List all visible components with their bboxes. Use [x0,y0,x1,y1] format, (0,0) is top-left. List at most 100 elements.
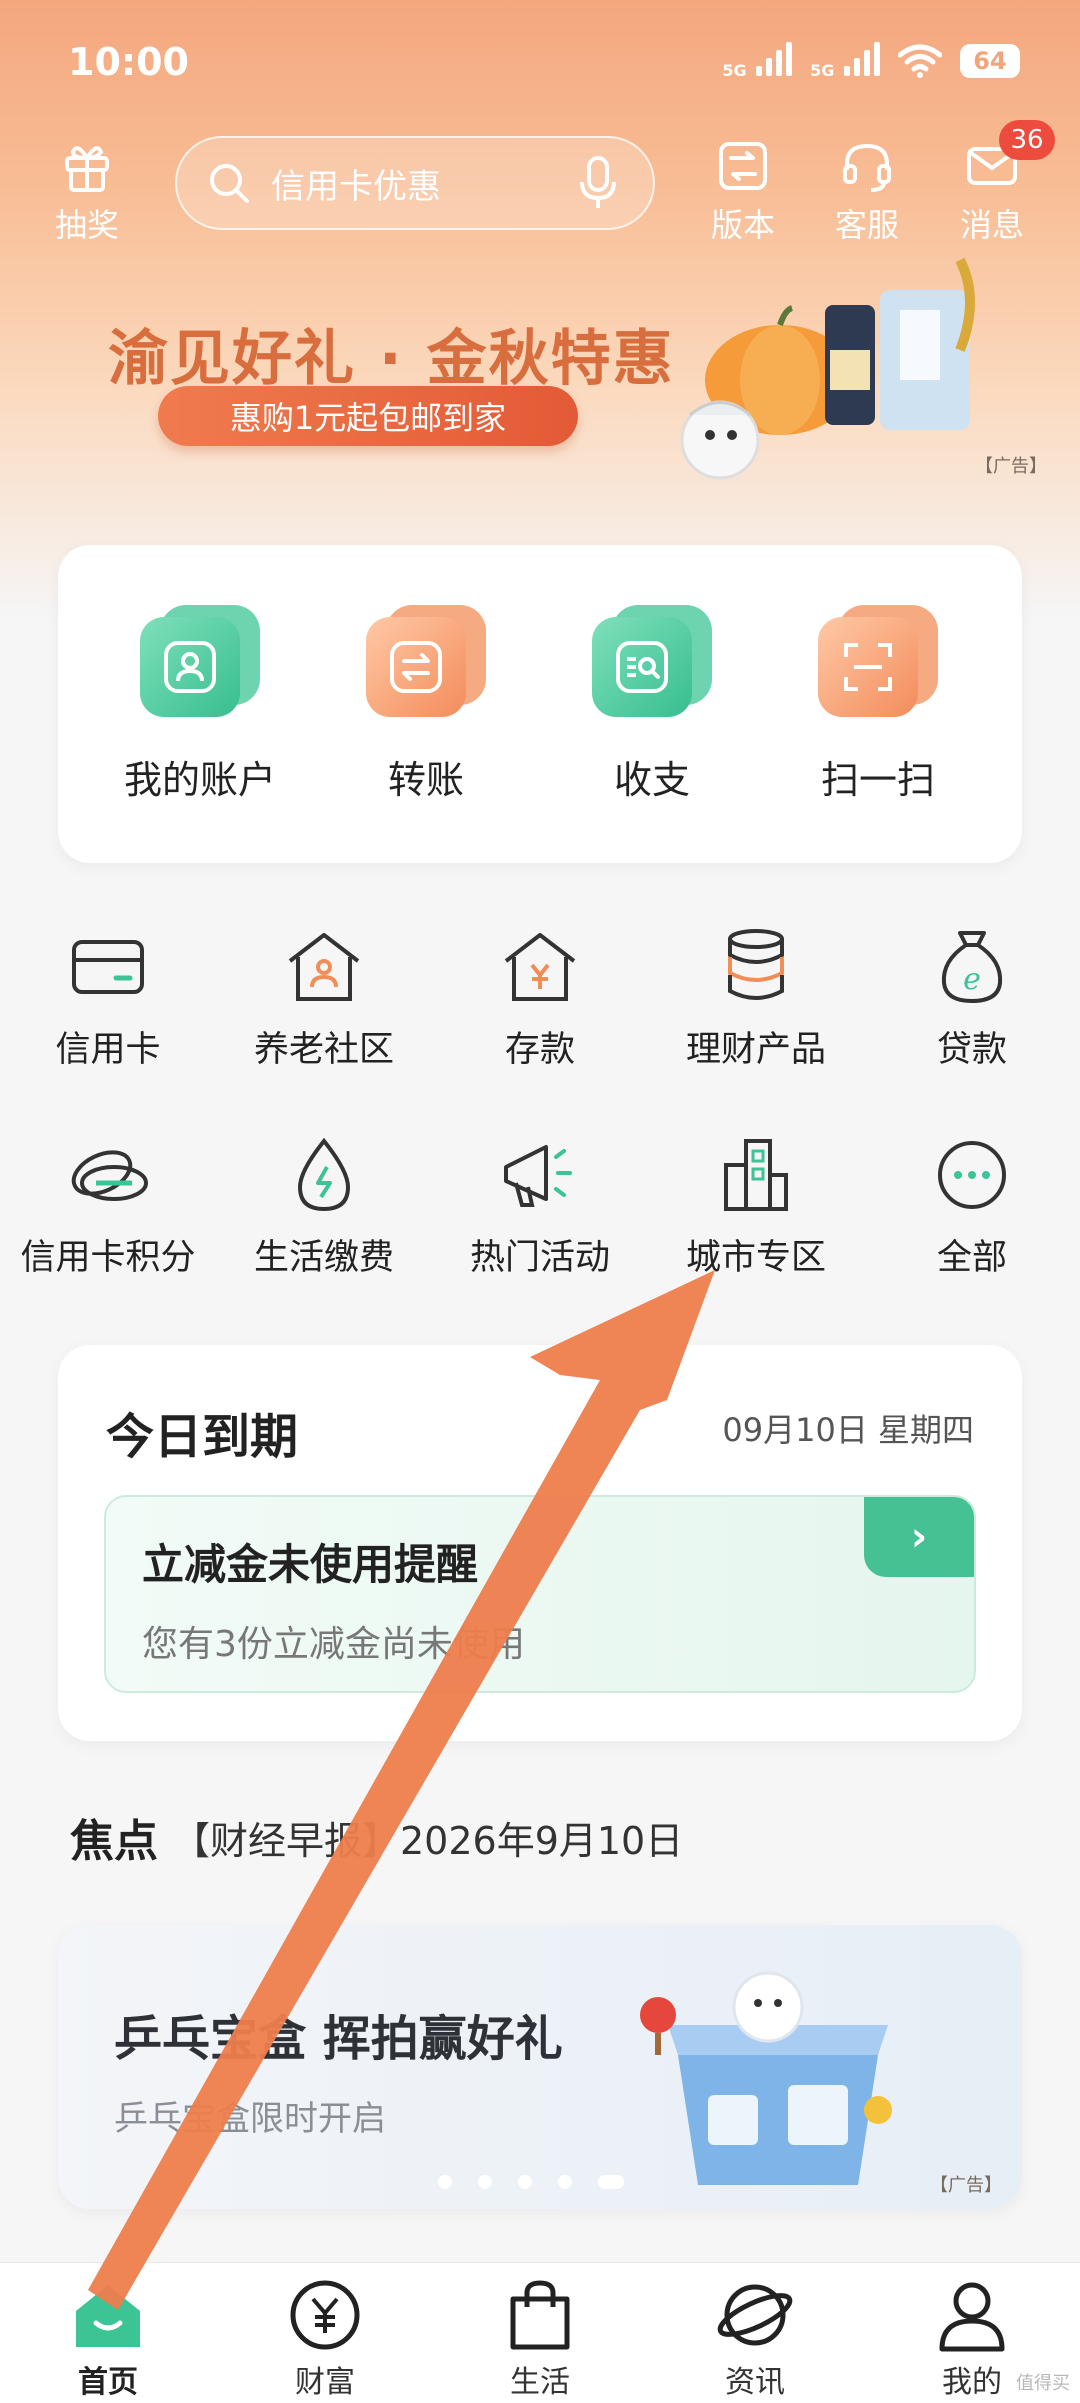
megaphone-icon [504,1145,572,1207]
tab-life[interactable]: 生活 [460,2277,620,2401]
loan-button[interactable]: e 贷款 [864,925,1080,1072]
profile-icon [939,2282,1005,2352]
focus-news[interactable]: 焦点 【财经早报】2026年9月10日 [70,1805,683,1869]
income-expense-label: 收支 [613,758,690,802]
scan-label: 扫一扫 [820,758,935,802]
customer-service-button[interactable]: 客服 [812,138,922,246]
deposit-button[interactable]: 存款 [432,925,648,1072]
scan-icon [844,643,892,691]
banner-subtitle: 惠购1元起包邮到家 [158,386,578,446]
credit-card-button[interactable]: 信用卡 [0,925,216,1072]
transfer-button[interactable]: 转账 [326,605,526,804]
focus-tag: 焦点 [70,1816,158,1867]
tab-home[interactable]: 首页 [28,2277,188,2401]
city-zone-label: 城市专区 [685,1238,826,1278]
due-today-title: 今日到期 [106,1409,299,1465]
quick-actions-card: 我的账户 转账 收支 扫一扫 [58,545,1022,863]
microphone-icon [580,156,616,208]
banner-ad-tag: 【广告】 [975,456,1047,477]
messages-badge: 36 [999,120,1055,160]
utility-payment-label: 生活缴费 [253,1238,394,1278]
chevron-right-icon[interactable]: › [864,1497,974,1577]
voucher-reminder-title: 立减金未使用提醒 [142,1540,479,1589]
signal-icon: 5G [810,42,880,80]
transfer-icon [390,641,442,693]
tab-life-label: 生活 [510,2365,570,2400]
pension-community-icon [288,933,360,1001]
yen-coin-icon [290,2280,360,2350]
more-icon [938,1141,1006,1209]
signal-icon: 5G [722,42,793,80]
focus-headline: 【财经早报】2026年9月10日 [172,1818,684,1863]
bill-search-icon [616,641,668,693]
my-account-label: 我的账户 [123,758,276,802]
search-bar[interactable]: 信用卡优惠 [175,136,655,230]
planet-icon [717,2284,793,2346]
credit-card-label: 信用卡 [55,1030,161,1070]
credit-card-icon [72,940,144,994]
lottery-label: 抽奖 [54,206,119,244]
account-icon [164,641,216,693]
promo-banner[interactable]: 乒乓宝盒 挥拍赢好礼 乒乓宝盒限时开启 【广告】 [58,1925,1022,2209]
tab-news[interactable]: 资讯 [675,2277,835,2401]
carousel-dots [438,2175,624,2189]
tab-wealth[interactable]: 财富 [245,2277,405,2401]
wealth-product-button[interactable]: 理财产品 [648,925,864,1072]
status-icons: 5G 5G 64 [722,42,1020,80]
search-icon [210,164,249,203]
coin-stack-icon [728,929,784,1000]
promo-title: 乒乓宝盒 挥拍赢好礼 [114,2011,563,2067]
banner-title: 渝见好礼 · 金秋特惠 [108,324,675,394]
voucher-reminder-text: 您有3份立减金尚未使用 [142,1624,525,1665]
all-services-button[interactable]: 全部 [864,1133,1080,1280]
money-bag-icon: e [941,931,1003,1004]
search-placeholder: 信用卡优惠 [271,166,441,207]
card-points-button[interactable]: 信用卡积分 [0,1133,216,1280]
my-account-button[interactable]: 我的账户 [100,605,300,804]
tab-home-label: 首页 [78,2365,138,2400]
watermark: 值得买 [1016,2373,1070,2394]
pension-community-button[interactable]: 养老社区 [216,925,432,1072]
due-today-date: 09月10日 星期四 [722,1411,974,1449]
income-expense-button[interactable]: 收支 [552,605,752,804]
city-building-icon [724,1139,788,1211]
utility-payment-button[interactable]: 生活缴费 [216,1133,432,1280]
wifi-icon [898,44,942,78]
city-zone-button[interactable]: 城市专区 [648,1133,864,1280]
pension-community-label: 养老社区 [253,1030,394,1070]
tab-news-label: 资讯 [725,2365,785,2400]
home-icon [76,2285,140,2347]
hot-activities-label: 热门活动 [469,1238,610,1278]
loan-label: 贷款 [936,1030,1007,1070]
bottom-tab-bar: 首页 财富 生活 资讯 我的 [0,2262,1080,2403]
version-switch-icon [719,142,767,190]
deposit-label: 存款 [504,1030,575,1070]
scan-button[interactable]: 扫一扫 [778,605,978,804]
tab-wealth-label: 财富 [295,2365,355,2400]
version-button[interactable]: 版本 [688,138,798,246]
battery-icon: 64 [960,44,1020,78]
promo-subtitle: 乒乓宝盒限时开启 [114,2099,386,2139]
shopping-bag-icon [510,2280,570,2350]
wealth-product-label: 理财产品 [685,1030,826,1070]
transfer-label: 转账 [387,758,464,802]
status-time: 10:00 [68,40,189,84]
voucher-reminder[interactable]: 立减金未使用提醒 您有3份立减金尚未使用 › [104,1495,976,1693]
headset-icon [843,143,891,192]
promo-ad-tag: 【广告】 [930,2175,1002,2196]
messages-button[interactable]: 消息 36 [937,120,1055,246]
status-bar: 10:00 5G 5G 64 [0,0,1080,130]
promo-gift-box-illustration [640,1971,892,2185]
svg-text:e: e [963,962,981,997]
gift-icon [65,146,109,192]
banner-product-illustration [680,257,975,480]
card-points-icon [71,1150,148,1201]
all-services-label: 全部 [936,1238,1007,1278]
hot-activities-button[interactable]: 热门活动 [432,1133,648,1280]
lottery-button[interactable]: 抽奖 [32,138,142,246]
card-points-label: 信用卡积分 [20,1238,196,1278]
water-drop-bolt-icon [297,1137,351,1212]
due-today-card: 今日到期 09月10日 星期四 立减金未使用提醒 您有3份立减金尚未使用 › [58,1345,1022,1741]
voice-search-button[interactable] [573,156,623,210]
deposit-icon [504,933,576,1001]
